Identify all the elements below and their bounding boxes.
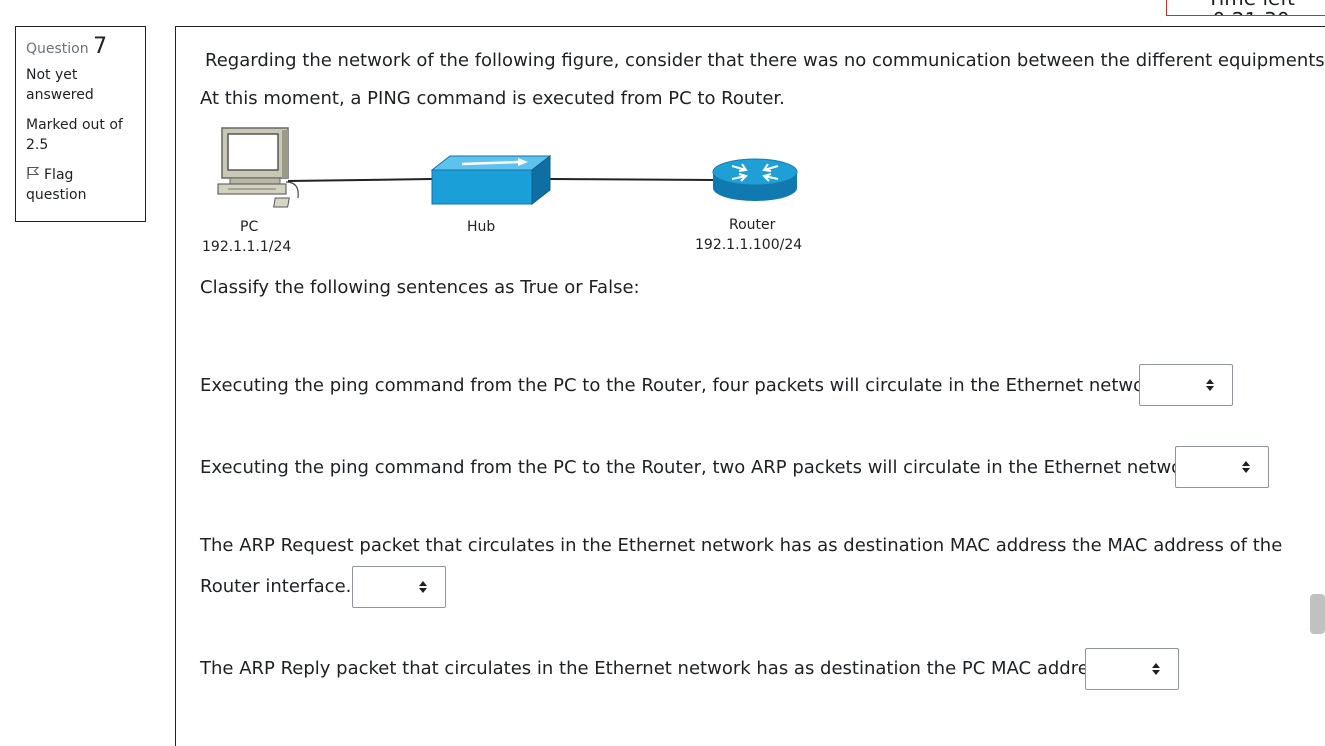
- time-left-text: Time left 0:21:30: [1207, 0, 1295, 15]
- router-icon: [712, 158, 798, 201]
- router-label: Router: [729, 217, 776, 233]
- network-diagram-graphic: [217, 127, 798, 208]
- router-ip-label: 192.1.1.100/24: [695, 237, 803, 253]
- hub-label: Hub: [467, 219, 496, 235]
- statement-3-line-2: Router interface.: [200, 576, 352, 597]
- pc-icon: [217, 127, 299, 208]
- time-left-box: Time left 0:21:30: [1166, 0, 1325, 16]
- statement-1: Executing the ping command from the PC t…: [200, 375, 1168, 396]
- question-prefix: Question: [26, 41, 89, 57]
- hub-icon: [430, 154, 552, 206]
- flag-question-button[interactable]: Flag question: [26, 165, 145, 205]
- statement-4-select[interactable]: [1085, 648, 1179, 690]
- question-number-heading: Question 7: [26, 34, 145, 59]
- question-grade: Marked out of 2.5: [26, 115, 145, 155]
- state-line-2: answered: [26, 87, 94, 103]
- pc-hub-link: [287, 178, 433, 182]
- select-chevron-icon: [1242, 461, 1250, 473]
- statement-4: The ARP Reply packet that circulates in …: [200, 658, 1114, 679]
- flag-label-line-1: Flag: [44, 167, 74, 183]
- question-number: 7: [93, 34, 108, 59]
- question-intro-line-2: At this moment, a PING command is execut…: [200, 88, 785, 109]
- select-chevron-icon: [419, 581, 427, 593]
- network-diagram: PC 192.1.1.1/24 Hub Router 192.1.1.100/2…: [200, 120, 840, 260]
- classify-prompt: Classify the following sentences as True…: [200, 277, 640, 298]
- statement-2: Executing the ping command from the PC t…: [200, 457, 1206, 478]
- statement-3-line-1: The ARP Request packet that circulates i…: [200, 535, 1283, 556]
- state-line-1: Not yet: [26, 67, 78, 83]
- pc-label: PC: [240, 219, 259, 235]
- hub-router-link: [549, 178, 716, 181]
- statement-1-select[interactable]: [1139, 364, 1233, 406]
- question-state: Not yet answered: [26, 65, 145, 105]
- statement-2-select[interactable]: [1175, 446, 1269, 488]
- question-info-panel: Question 7 Not yet answered Marked out o…: [15, 26, 146, 222]
- flag-icon: [27, 167, 40, 179]
- flag-label-line-2: question: [26, 187, 87, 203]
- pc-ip-label: 192.1.1.1/24: [202, 239, 292, 255]
- question-intro-line-1: Regarding the network of the following f…: [205, 50, 1325, 71]
- scrollbar-thumb[interactable]: [1310, 594, 1325, 634]
- statement-3-select[interactable]: [352, 566, 446, 608]
- grade-line-2: 2.5: [26, 137, 49, 153]
- select-chevron-icon: [1152, 663, 1160, 675]
- grade-line-1: Marked out of: [26, 117, 123, 133]
- select-chevron-icon: [1206, 379, 1214, 391]
